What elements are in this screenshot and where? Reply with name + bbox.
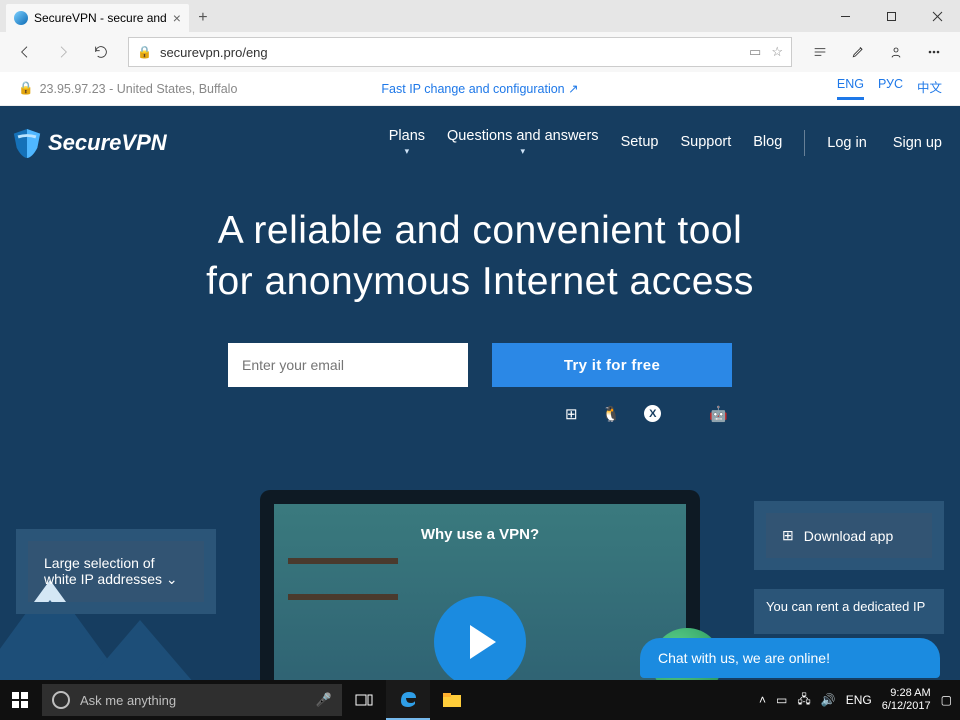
lang-eng[interactable]: ENG <box>837 77 864 100</box>
browser-tab[interactable]: SecureVPN - secure and × <box>6 4 189 32</box>
main-menu: Plans▾ Questions and answers▾ Setup Supp… <box>389 129 942 157</box>
lock-icon: 🔒 <box>137 45 152 59</box>
windows-icon: ⊞ <box>782 527 794 544</box>
forward-button[interactable] <box>46 35 80 69</box>
clock-date: 6/12/2017 <box>882 700 931 713</box>
hero-headline: A reliable and convenient tool for anony… <box>0 206 960 307</box>
shield-icon <box>12 127 42 159</box>
notes-button[interactable] <box>840 35 876 69</box>
tray-chevron-icon[interactable]: ˄ <box>759 693 766 707</box>
video-monitor: Why use a VPN? <box>260 490 700 680</box>
nav-divider <box>804 130 805 156</box>
platform-icons: ⊞ 🐧 X 🤖 <box>228 405 732 423</box>
network-icon[interactable]: 🖧 <box>797 690 810 711</box>
windows-icon[interactable]: ⊞ <box>565 405 578 423</box>
hero-section: SecureVPN Plans▾ Questions and answers▾ … <box>0 106 960 680</box>
white-ip-card[interactable]: Large selection of white IP addresses ⌄ <box>16 529 216 614</box>
login-link[interactable]: Log in <box>827 135 867 151</box>
headline-line1: A reliable and convenient tool <box>0 206 960 257</box>
battery-icon[interactable]: ▭ <box>776 693 787 707</box>
start-button[interactable] <box>0 692 40 708</box>
chevron-down-icon: ▾ <box>521 147 526 157</box>
close-window-button[interactable] <box>914 0 960 32</box>
nav-qa[interactable]: Questions and answers▾ <box>447 129 599 157</box>
favorite-icon[interactable]: ☆ <box>771 44 783 60</box>
cta-row: Try it for free <box>0 343 960 387</box>
cortana-search[interactable]: Ask me anything 🎤 <box>42 684 342 716</box>
tab-favicon <box>14 11 28 25</box>
logo-text-1: Secure <box>48 130 121 155</box>
address-bar[interactable]: 🔒 securevpn.pro/eng ▭ ☆ <box>128 37 792 67</box>
window-controls <box>822 0 960 32</box>
system-tray: ˄ ▭ 🖧 🔊 ENG 9:28 AM 6/12/2017 ▢ <box>751 687 960 712</box>
lang-cn[interactable]: 中文 <box>917 77 942 100</box>
nav-blog[interactable]: Blog <box>753 135 782 151</box>
explorer-taskbar-icon[interactable] <box>430 680 474 720</box>
headline-line2: for anonymous Internet access <box>0 257 960 308</box>
browser-navbar: 🔒 securevpn.pro/eng ▭ ☆ <box>0 32 960 72</box>
cortana-icon <box>52 691 70 709</box>
macos-icon[interactable]: X <box>644 405 661 422</box>
download-label: Download app <box>804 528 894 544</box>
site-nav: SecureVPN Plans▾ Questions and answers▾ … <box>0 106 960 180</box>
new-tab-button[interactable]: + <box>189 4 217 32</box>
task-view-button[interactable] <box>342 680 386 720</box>
tab-close-icon[interactable]: × <box>173 10 181 26</box>
tab-title: SecureVPN - secure and <box>34 11 167 25</box>
lock-icon: 🔒 <box>18 81 34 96</box>
refresh-button[interactable] <box>84 35 118 69</box>
url-actions: ▭ ☆ <box>749 44 783 60</box>
try-free-button[interactable]: Try it for free <box>492 343 732 387</box>
tray-lang[interactable]: ENG <box>846 693 872 707</box>
fast-ip-link[interactable]: Fast IP change and configuration ↗ <box>381 81 578 96</box>
chevron-down-icon: ▾ <box>405 147 410 157</box>
site-logo[interactable]: SecureVPN <box>12 127 167 159</box>
email-input[interactable] <box>228 343 468 387</box>
search-placeholder: Ask me anything <box>80 693 176 708</box>
windows-taskbar: Ask me anything 🎤 ˄ ▭ 🖧 🔊 ENG 9:28 AM 6/… <box>0 680 960 720</box>
play-icon <box>470 625 496 659</box>
edge-taskbar-icon[interactable] <box>386 680 430 720</box>
action-center-icon[interactable]: ▢ <box>941 693 952 707</box>
lang-rus[interactable]: РУС <box>878 77 903 100</box>
logo-text-2: VPN <box>121 130 166 155</box>
nav-plans[interactable]: Plans▾ <box>389 129 425 157</box>
top-info-band: 🔒 23.95.97.23 - United States, Buffalo F… <box>0 72 960 106</box>
reading-view-icon[interactable]: ▭ <box>749 44 761 60</box>
page-content: 🔒 23.95.97.23 - United States, Buffalo F… <box>0 72 960 680</box>
android-icon[interactable]: 🤖 <box>709 405 728 423</box>
ip-location: 🔒 23.95.97.23 - United States, Buffalo <box>18 81 237 96</box>
language-switch: ENG РУС 中文 <box>837 77 942 100</box>
share-button[interactable] <box>878 35 914 69</box>
nav-setup[interactable]: Setup <box>621 135 659 151</box>
volume-icon[interactable]: 🔊 <box>821 693 836 707</box>
clock-time: 9:28 AM <box>882 687 931 700</box>
hub-button[interactable] <box>802 35 838 69</box>
play-button[interactable] <box>434 596 526 680</box>
ip-text: 23.95.97.23 - United States, Buffalo <box>40 82 238 96</box>
mic-icon[interactable]: 🎤 <box>316 692 332 708</box>
nav-support[interactable]: Support <box>680 135 731 151</box>
more-button[interactable] <box>916 35 952 69</box>
linux-icon[interactable]: 🐧 <box>602 405 621 423</box>
clock[interactable]: 9:28 AM 6/12/2017 <box>882 687 931 712</box>
dedicated-ip-card[interactable]: You can rent a dedicated IP <box>754 589 944 634</box>
url-text: securevpn.pro/eng <box>160 45 268 60</box>
video-title: Why use a VPN? <box>421 526 539 543</box>
download-app-card[interactable]: ⊞ Download app <box>754 501 944 570</box>
browser-titlebar: SecureVPN - secure and × + <box>0 0 960 32</box>
signup-link[interactable]: Sign up <box>893 135 942 151</box>
back-button[interactable] <box>8 35 42 69</box>
chat-widget[interactable]: Chat with us, we are online! <box>640 638 940 678</box>
minimize-button[interactable] <box>822 0 868 32</box>
maximize-button[interactable] <box>868 0 914 32</box>
